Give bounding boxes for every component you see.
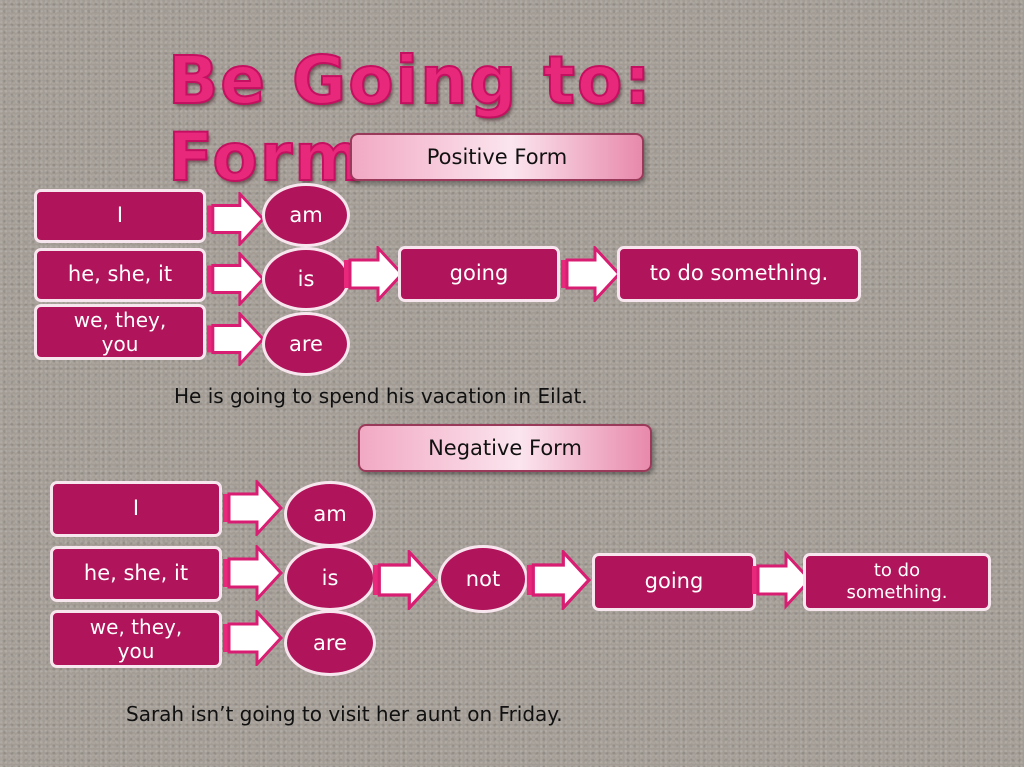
neg-subject-we-they-you: we, they, you xyxy=(50,610,222,668)
pos-verb-am: am xyxy=(262,183,350,247)
neg-verb-is: is xyxy=(284,545,376,611)
neg-subject-i: I xyxy=(50,481,222,537)
arrow-icon xyxy=(205,252,267,306)
pos-ending: to do something. xyxy=(617,246,861,302)
neg-not: not xyxy=(438,545,528,613)
negative-form-header: Negative Form xyxy=(358,424,652,472)
arrow-icon xyxy=(222,545,284,601)
arrow-icon xyxy=(560,246,622,302)
neg-subject-he-she-it: he, she, it xyxy=(50,546,222,602)
arrow-icon xyxy=(222,480,284,536)
arrow-icon xyxy=(343,246,405,302)
pos-subject-he-she-it: he, she, it xyxy=(34,248,206,302)
pos-subject-i: I xyxy=(34,189,206,243)
arrow-icon xyxy=(222,610,284,666)
neg-verb-am: am xyxy=(284,481,376,547)
arrow-icon xyxy=(372,550,438,610)
neg-ending: to do something. xyxy=(803,553,991,611)
positive-form-header: Positive Form xyxy=(350,133,644,181)
arrow-icon xyxy=(526,550,592,610)
positive-example-sentence: He is going to spend his vacation in Eil… xyxy=(174,384,588,408)
pos-verb-is: is xyxy=(262,247,350,311)
arrow-icon xyxy=(205,312,267,366)
neg-going: going xyxy=(592,553,756,611)
pos-subject-we-they-you: we, they, you xyxy=(34,304,206,360)
arrow-icon xyxy=(205,192,267,246)
negative-example-sentence: Sarah isn’t going to visit her aunt on F… xyxy=(126,702,563,726)
pos-going: going xyxy=(398,246,560,302)
neg-verb-are: are xyxy=(284,610,376,676)
pos-verb-are: are xyxy=(262,312,350,376)
